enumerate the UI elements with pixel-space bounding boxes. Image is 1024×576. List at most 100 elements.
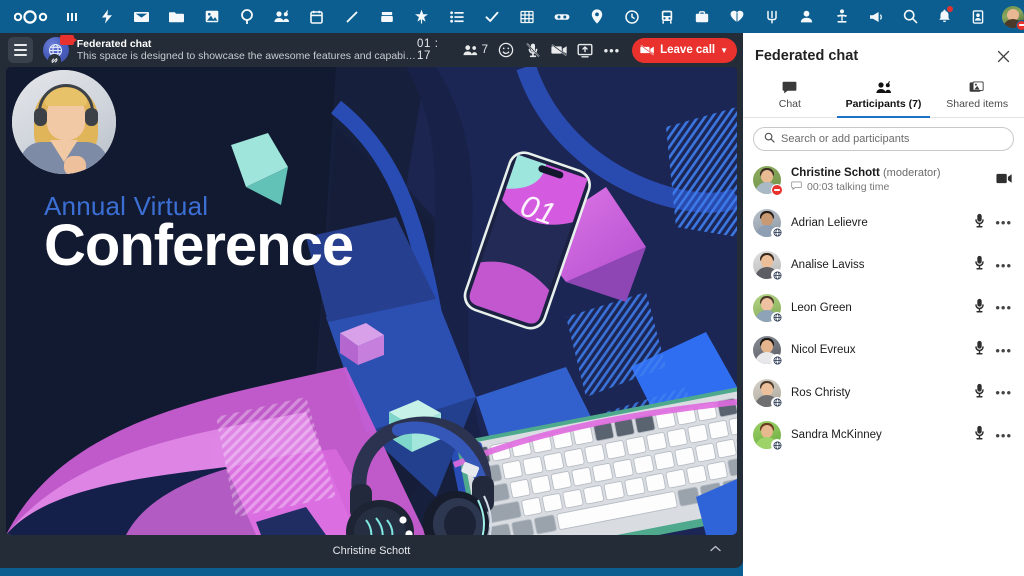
avatar[interactable] [753,336,783,367]
tab-shared-items[interactable]: Shared items [930,75,1024,118]
camera-off-button[interactable] [547,37,571,64]
call-top-bar: Federated chat This space is designed to… [0,33,743,67]
collapse-chevron-icon[interactable] [710,543,721,555]
participant-row-ros-christy[interactable]: Ros Christy ••• [753,372,1018,415]
tab-participants[interactable]: Participants (7) [836,75,931,118]
contacts-icon[interactable] [264,0,299,33]
checkmark-icon[interactable] [474,0,509,33]
self-view-hand [64,156,86,174]
dashboard-icon[interactable] [54,0,89,33]
talk-icon[interactable] [229,0,264,33]
clock-icon[interactable] [614,0,649,33]
work-icon[interactable] [684,0,719,33]
microphone-muted-button[interactable] [520,37,544,64]
microphone-icon[interactable] [974,255,985,275]
notification-dot [947,6,953,12]
forms-icon[interactable] [544,0,579,33]
avatar[interactable] [753,166,783,197]
tab-chat[interactable]: Chat [743,75,837,118]
avatar[interactable] [753,208,783,239]
more-actions-icon[interactable]: ••• [995,258,1012,273]
shared-items-icon [969,80,985,95]
federated-badge-icon [771,396,783,409]
avatar[interactable] [753,251,783,282]
more-actions-button[interactable]: ••• [600,37,624,64]
files-icon[interactable] [159,0,194,33]
search-input[interactable] [781,133,1003,145]
nextcloud-logo[interactable] [8,0,54,33]
participant-status: 00:03 talking time [791,181,940,194]
video-icon[interactable] [996,171,1012,189]
heart-icon[interactable] [719,0,754,33]
tab-chat-label: Chat [778,98,801,110]
menu-button[interactable] [8,37,33,63]
participant-row-christine-schott[interactable]: Christine Schott (moderator) 00:03 talki… [753,159,1018,202]
notes-icon[interactable] [334,0,369,33]
maps-icon[interactable] [579,0,614,33]
deck-icon[interactable] [369,0,404,33]
do-not-disturb-badge [771,184,783,197]
sidebar-title: Federated chat [755,48,859,64]
notifications-bell-icon[interactable] [928,0,960,33]
transport-icon[interactable] [649,0,684,33]
do-not-disturb-badge [1016,19,1024,31]
participant-name: Christine Schott [791,167,880,180]
announcement-icon[interactable] [859,0,894,33]
participant-name: Leon Green [791,301,852,314]
flow-icon[interactable] [754,0,789,33]
screen-share-button[interactable] [573,37,597,64]
participant-info: Analise Laviss [791,258,865,272]
conversation-avatar[interactable] [42,35,77,67]
speaker-name: Christine Schott [332,545,411,557]
link-badge-icon [47,54,61,67]
more-actions-icon[interactable]: ••• [995,428,1012,443]
microphone-icon[interactable] [974,298,985,318]
profile-icon[interactable] [789,0,824,33]
participant-row-leon-green[interactable]: Leon Green ••• [753,287,1018,330]
video-badge-icon [59,35,77,45]
participant-count[interactable]: 7 [463,44,488,56]
calendar-icon[interactable] [299,0,334,33]
more-actions-icon[interactable]: ••• [995,343,1012,358]
speaker-name-bar: Christine Schott [6,537,737,565]
participants-list: Christine Schott (moderator) 00:03 talki… [743,157,1024,457]
contacts-menu-icon[interactable] [962,0,994,33]
photos-icon[interactable] [194,0,229,33]
leave-call-label: Leave call [660,44,716,56]
participant-actions: ••• [974,298,1018,318]
tables-icon[interactable] [509,0,544,33]
slide-heading-group: Annual Virtual Conference [44,191,354,277]
microphone-icon[interactable] [974,425,985,445]
tasks-icon[interactable] [439,0,474,33]
participant-row-adrian-lelievre[interactable]: Adrian Lelievre ••• [753,202,1018,245]
assistant-icon[interactable] [824,0,859,33]
participant-info: Leon Green [791,301,852,315]
chat-bubble-icon [782,80,797,95]
participant-row-sandra-mckinney[interactable]: Sandra McKinney ••• [753,414,1018,457]
participants-icon [875,80,892,95]
avatar[interactable] [753,421,783,452]
avatar[interactable] [753,378,783,409]
user-avatar[interactable] [1002,5,1024,31]
search-icon[interactable] [894,0,926,33]
participant-search[interactable] [753,127,1014,151]
microphone-icon[interactable] [974,213,985,233]
leave-call-button[interactable]: Leave call ▼ [632,37,738,63]
participant-row-nicol-evreux[interactable]: Nicol Evreux ••• [753,329,1018,372]
reactions-button[interactable] [494,37,518,64]
nextcloud-talk-window: Federated chat This space is designed to… [0,0,1024,576]
close-icon[interactable] [992,45,1014,67]
mail-icon[interactable] [124,0,159,33]
more-actions-icon[interactable]: ••• [995,300,1012,315]
microphone-icon[interactable] [974,340,985,360]
activity-icon[interactable] [89,0,124,33]
more-actions-icon[interactable]: ••• [995,385,1012,400]
microphone-icon[interactable] [974,383,985,403]
avatar[interactable] [753,293,783,324]
participant-row-analise-laviss[interactable]: Analise Laviss ••• [753,244,1018,287]
tab-participants-label: Participants (7) [845,98,922,110]
self-view-video[interactable] [12,70,116,174]
more-actions-icon[interactable]: ••• [995,215,1012,230]
collectives-icon[interactable] [404,0,439,33]
sidebar-header: Federated chat [743,33,1024,75]
